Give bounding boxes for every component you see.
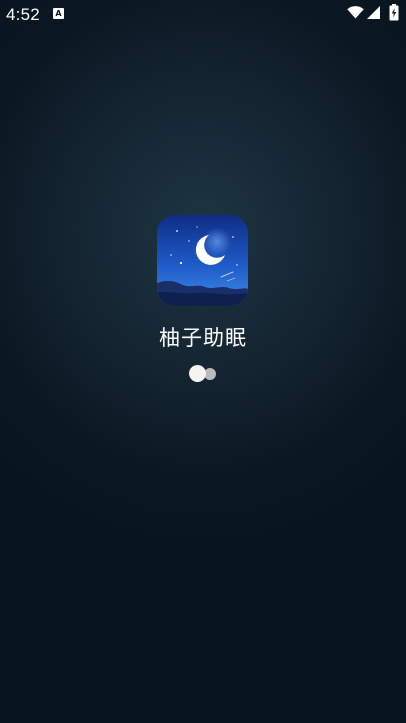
notification-badge-text: A: [55, 9, 62, 18]
moon-icon: [157, 215, 248, 306]
app-name: 柚子助眠: [159, 326, 247, 350]
loading-dot-large: [189, 365, 206, 382]
app-icon: [157, 215, 248, 306]
loading-indicator: [188, 364, 220, 384]
status-bar: 4:52 A: [0, 0, 406, 28]
signal-icon: [367, 6, 380, 19]
status-time: 4:52: [6, 5, 40, 24]
battery-icon: [389, 4, 399, 21]
notification-icon: A: [53, 8, 64, 19]
wifi-icon: [347, 6, 364, 19]
